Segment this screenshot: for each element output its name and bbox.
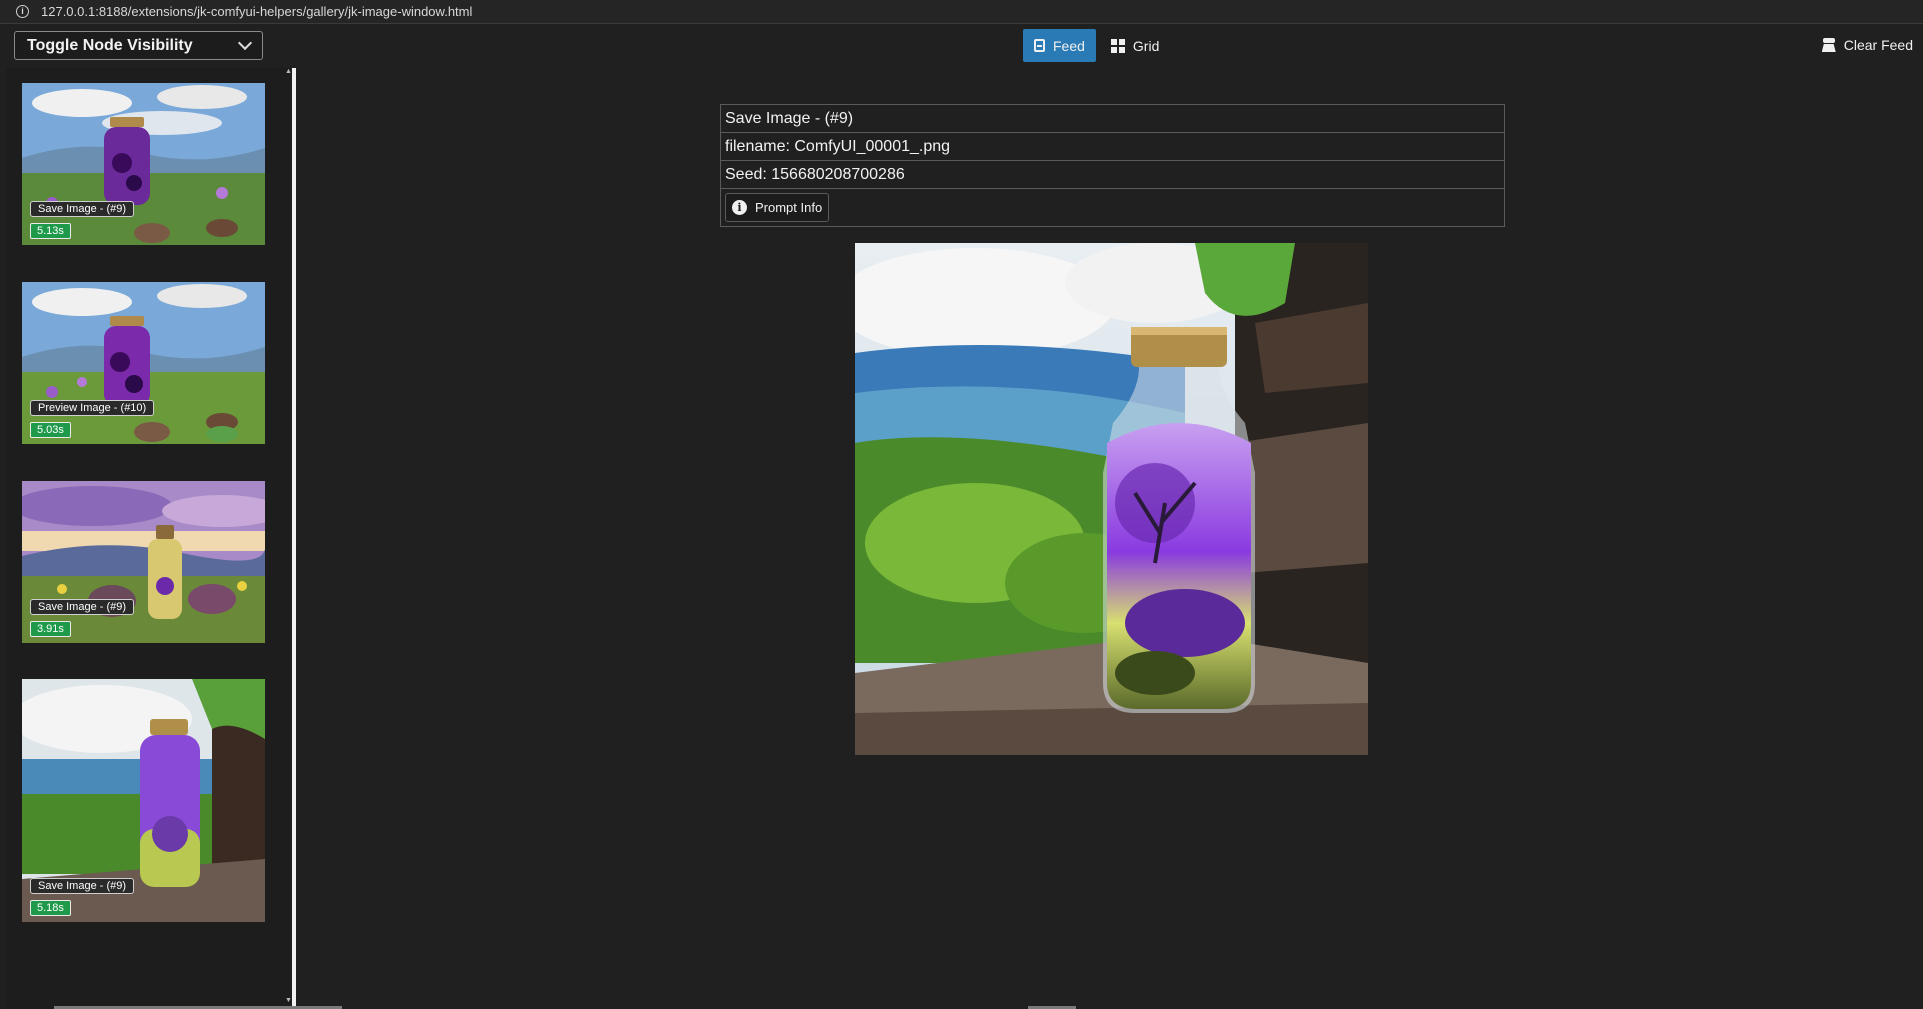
thumbnail-item[interactable]: Save Image - (#9) 3.91s xyxy=(22,481,265,643)
thumbnail-time-badge: 5.18s xyxy=(30,900,71,916)
info-title: Save Image - (#9) xyxy=(725,109,854,127)
thumbnail-label: Preview Image - (#10) xyxy=(30,400,155,416)
info-actions-row: i Prompt Info xyxy=(721,189,1504,226)
image-info-table: Save Image - (#9) filename: ComfyUI_0000… xyxy=(720,104,1505,227)
grid-button-label: Grid xyxy=(1132,37,1160,54)
thumbnail-image xyxy=(22,83,265,245)
url-text: 127.0.0.1:8188/extensions/jk-comfyui-hel… xyxy=(41,4,473,19)
thumbnail-image xyxy=(22,481,265,643)
info-title-row: Save Image - (#9) xyxy=(721,105,1504,133)
view-switcher: Feed Grid xyxy=(1023,29,1170,62)
bottle-image xyxy=(855,243,1368,755)
clear-feed-button[interactable]: Clear Feed xyxy=(1822,37,1913,53)
thumbnail-sidebar[interactable]: Save Image - (#9) 5.13s Preview Image - … xyxy=(6,68,290,1009)
site-info-icon[interactable]: i xyxy=(16,5,29,18)
thumbnail-label: Save Image - (#9) xyxy=(30,599,135,615)
toggle-node-visibility-label: Toggle Node Visibility xyxy=(27,36,193,54)
thumbnail-time-badge: 5.13s xyxy=(30,223,71,239)
chevron-down-icon xyxy=(237,35,253,51)
prompt-info-label: Prompt Info xyxy=(755,200,823,215)
address-bar[interactable]: i 127.0.0.1:8188/extensions/jk-comfyui-h… xyxy=(0,0,1923,24)
sidebar-resize-handle[interactable] xyxy=(292,68,296,1009)
grid-icon xyxy=(1110,38,1125,53)
thumbnail-item[interactable]: Preview Image - (#10) 5.03s xyxy=(22,282,265,444)
feed-icon xyxy=(1034,39,1045,52)
thumbnail-time-badge: 5.03s xyxy=(30,422,71,438)
broom-icon xyxy=(1822,38,1836,52)
grid-button[interactable]: Grid xyxy=(1100,29,1170,62)
info-filename-row: filename: ComfyUI_00001_.png xyxy=(721,133,1504,161)
toggle-node-visibility-select[interactable]: Toggle Node Visibility xyxy=(14,31,263,60)
thumbnail-item[interactable]: Save Image - (#9) 5.18s xyxy=(22,679,265,922)
info-seed-row: Seed: 156680208700286 xyxy=(721,161,1504,189)
clear-feed-label: Clear Feed xyxy=(1843,37,1913,53)
thumbnail-image xyxy=(22,282,265,444)
scroll-up-arrow-icon[interactable]: ▲ xyxy=(285,68,292,75)
info-filename: filename: ComfyUI_00001_.png xyxy=(725,137,951,155)
thumbnail-time-badge: 3.91s xyxy=(30,621,71,637)
feed-button[interactable]: Feed xyxy=(1023,29,1096,62)
feed-button-label: Feed xyxy=(1053,37,1085,54)
info-icon: i xyxy=(732,200,747,215)
main-preview-image[interactable] xyxy=(855,243,1368,755)
prompt-info-button[interactable]: i Prompt Info xyxy=(725,193,830,222)
scroll-down-arrow-icon[interactable]: ▼ xyxy=(285,997,292,1004)
info-seed: Seed: 156680208700286 xyxy=(725,165,905,183)
thumbnail-item[interactable]: Save Image - (#9) 5.13s xyxy=(22,83,265,245)
thumbnail-label: Save Image - (#9) xyxy=(30,878,135,894)
thumbnail-label: Save Image - (#9) xyxy=(30,201,135,217)
